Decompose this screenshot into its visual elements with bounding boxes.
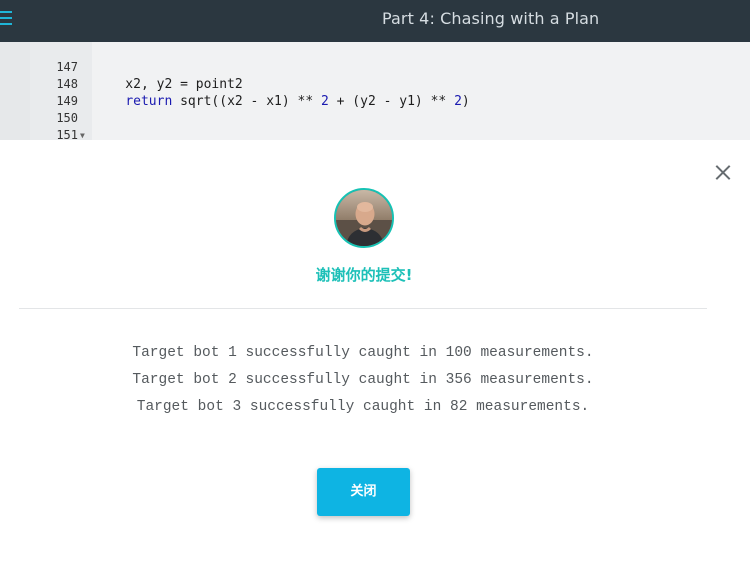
- code-line: 151 """Returns True if your next_move_fc…: [0, 110, 750, 142]
- result-line: Target bot 2 successfully caught in 356 …: [132, 372, 594, 388]
- user-avatar: [334, 188, 394, 248]
- close-icon[interactable]: [713, 162, 733, 182]
- hamburger-menu-icon[interactable]: [0, 11, 12, 25]
- result-line: Target bot 1 successfully caught in 100 …: [132, 345, 594, 361]
- code-line: 149: [0, 76, 750, 108]
- page-title: Part 4: Chasing with a Plan: [382, 9, 600, 28]
- result-line: Target bot 3 successfully caught in 82 m…: [136, 399, 590, 415]
- code-editor[interactable]: 147 x2, y2 = point2 148 return sqrt((x2 …: [0, 42, 750, 142]
- divider: [19, 308, 707, 309]
- code-line: 147 x2, y2 = point2: [0, 42, 750, 92]
- grading-results: Target bot 1 successfully caught in 100 …: [0, 340, 726, 421]
- code-line: 148 return sqrt((x2 - x1) ** 2 + (y2 - y…: [0, 59, 750, 109]
- close-button[interactable]: 关闭: [317, 468, 410, 516]
- code-line: 150 ▼ def demo_grading(hunter_bot, targe…: [0, 93, 750, 140]
- top-bar: Part 4: Chasing with a Plan: [0, 0, 750, 42]
- submission-result-modal: 谢谢你的提交! Target bot 1 successfully caught…: [0, 140, 750, 562]
- thank-you-message: 谢谢你的提交!: [315, 266, 413, 284]
